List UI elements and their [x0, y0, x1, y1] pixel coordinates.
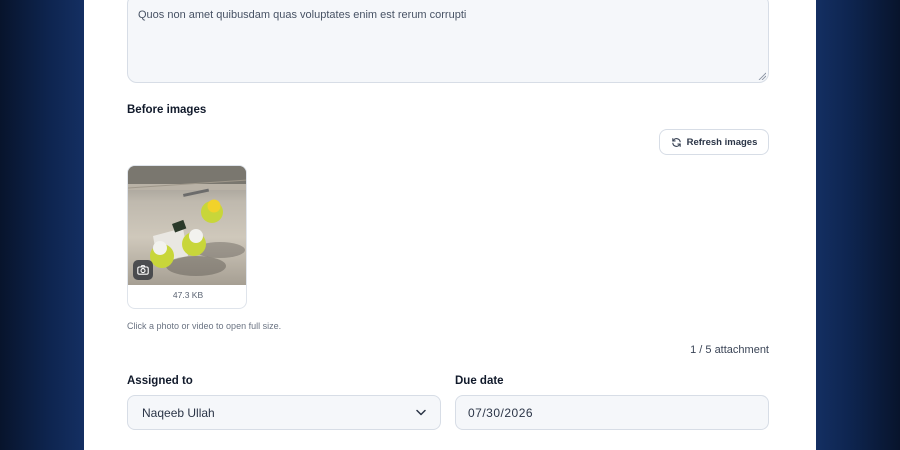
camera-badge: [133, 260, 153, 280]
image-thumbnail[interactable]: 47.3 KB: [127, 165, 247, 309]
description-textarea[interactable]: Quos non amet quibusdam quas voluptates …: [127, 0, 769, 83]
thumbnail-hint: Click a photo or video to open full size…: [127, 321, 282, 331]
form-panel: Quos non amet quibusdam quas voluptates …: [84, 0, 816, 450]
file-size: 47.3 KB: [172, 290, 204, 300]
background-right: [816, 0, 900, 450]
attachment-count: 1 / 5 attachment: [690, 344, 769, 356]
due-date-value: 07/30/2026: [468, 405, 534, 420]
construction-photo: [128, 166, 246, 285]
description-text: Quos non amet quibusdam quas voluptates …: [138, 9, 467, 21]
assigned-to-select[interactable]: Naqeeb Ullah: [127, 395, 441, 430]
refresh-images-label: Refresh images: [686, 136, 758, 148]
due-date-label: Due date: [455, 375, 504, 387]
resize-grip-icon[interactable]: [758, 72, 766, 80]
camera-icon: [137, 265, 149, 275]
due-date-input[interactable]: 07/30/2026: [455, 395, 769, 430]
background-left: [0, 0, 84, 450]
refresh-icon: [671, 137, 681, 147]
chevron-down-icon: [416, 409, 426, 416]
refresh-images-button[interactable]: Refresh images: [659, 129, 769, 155]
assigned-to-value: Naqeeb Ullah: [142, 405, 215, 420]
before-images-label: Before images: [127, 104, 207, 116]
assigned-to-label: Assigned to: [127, 375, 193, 387]
